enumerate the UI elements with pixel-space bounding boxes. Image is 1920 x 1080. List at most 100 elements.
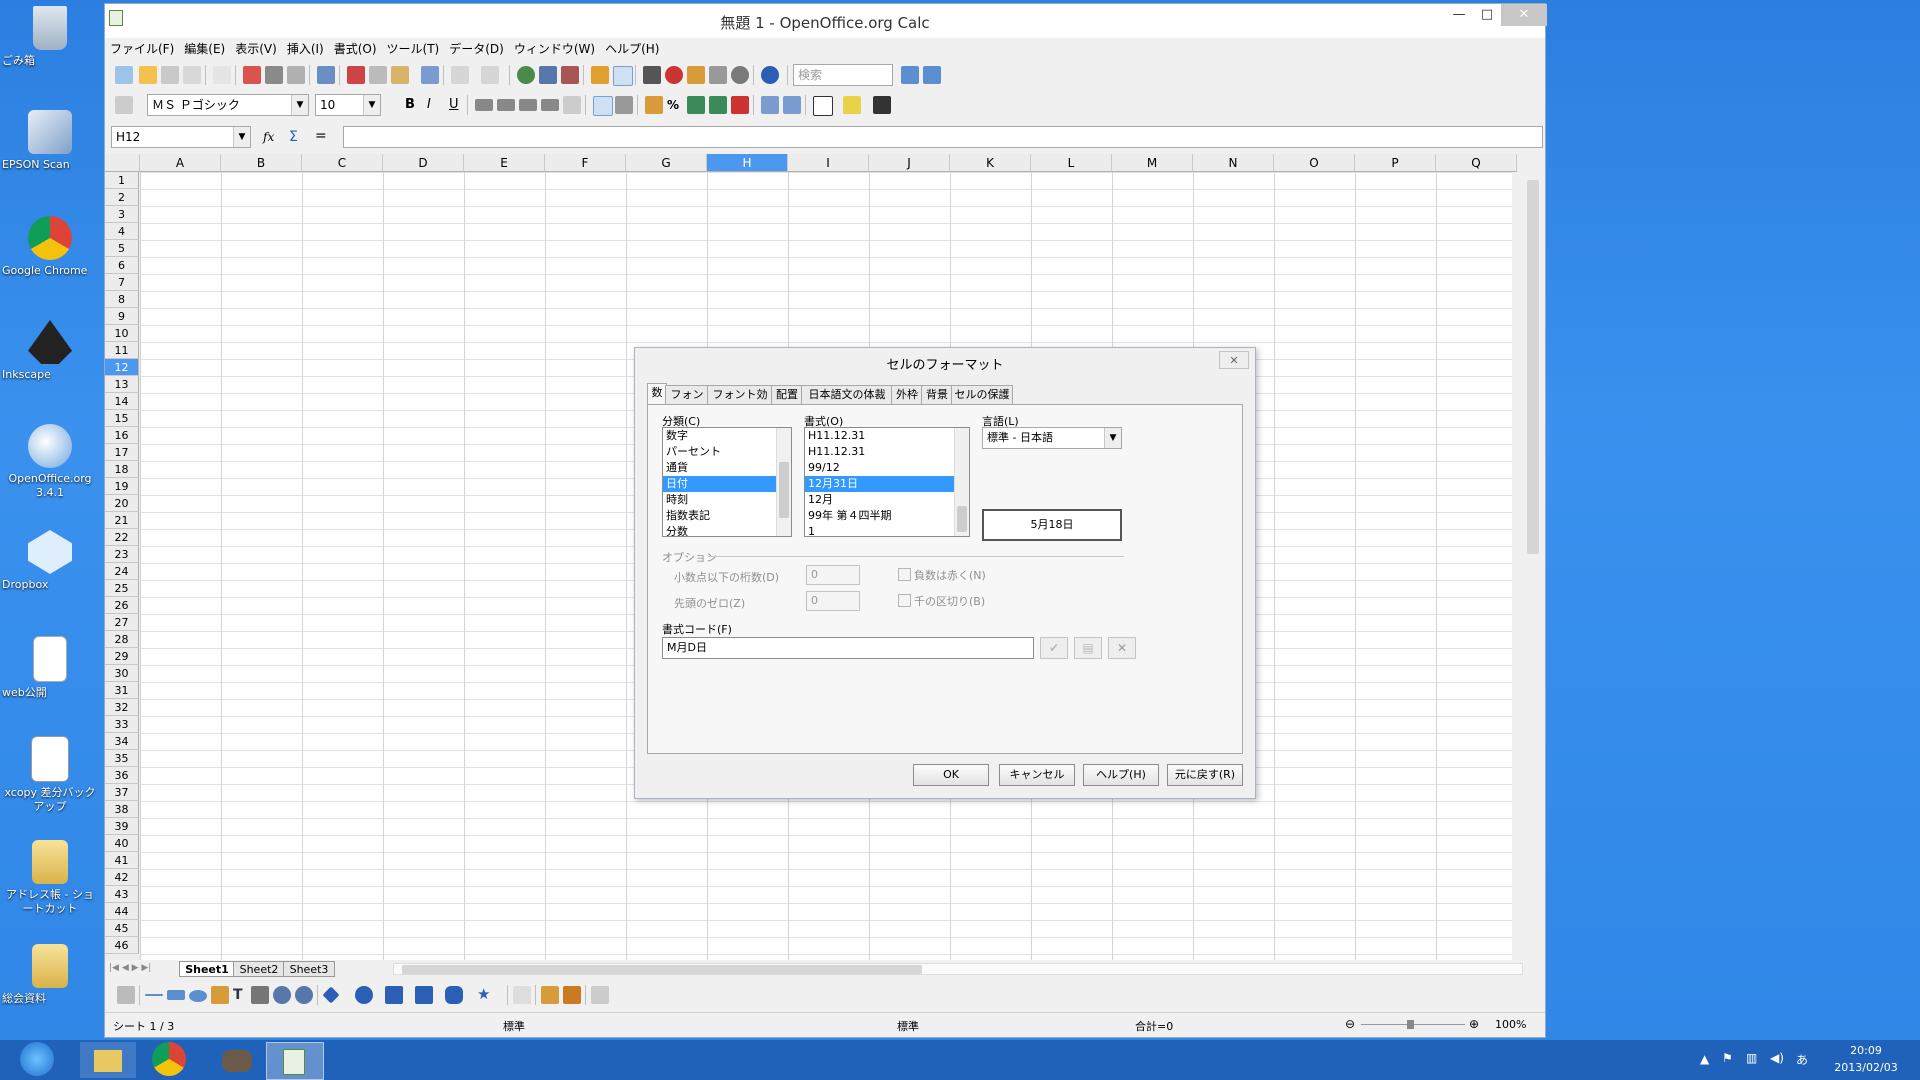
print-icon[interactable]	[265, 66, 283, 84]
format-list-item[interactable]: 12月31日	[805, 476, 969, 492]
page-style[interactable]: 標準	[503, 1018, 525, 1034]
row-header[interactable]: 24	[105, 563, 139, 580]
gallery-icon[interactable]	[687, 66, 705, 84]
callouts-icon[interactable]	[445, 986, 463, 1004]
row-header[interactable]: 40	[105, 835, 139, 852]
chevron-down-icon[interactable]: ▼	[233, 127, 250, 147]
align-center-icon[interactable]	[497, 99, 515, 111]
navigator-icon[interactable]	[665, 66, 683, 84]
column-header[interactable]: E	[464, 154, 545, 172]
row-header[interactable]: 43	[105, 886, 139, 903]
fit-text-icon[interactable]	[251, 986, 269, 1004]
tab-borders[interactable]: 外枠	[891, 385, 923, 404]
column-header[interactable]: A	[140, 154, 221, 172]
format-list-item[interactable]: 99/12	[805, 460, 969, 476]
font-size-select[interactable]: 10 ▼	[315, 94, 381, 116]
vertical-text-icon[interactable]	[615, 96, 633, 114]
format-list-item[interactable]: 12月	[805, 492, 969, 508]
vertical-scrollbar[interactable]	[1523, 154, 1543, 960]
chrome-taskbar-icon[interactable]	[152, 1042, 186, 1076]
row-header[interactable]: 23	[105, 546, 139, 563]
row-header[interactable]: 13	[105, 376, 139, 393]
row-header[interactable]: 8	[105, 291, 139, 308]
close-button[interactable]: ✕	[1501, 4, 1547, 26]
column-header[interactable]: J	[869, 154, 950, 172]
desktop-icon-inkscape[interactable]: Inkscape	[2, 320, 98, 381]
row-header[interactable]: 15	[105, 410, 139, 427]
name-box[interactable]: H12 ▼	[111, 126, 251, 148]
open-icon[interactable]	[139, 66, 157, 84]
desktop-icon-recycle-bin[interactable]: ごみ箱	[2, 6, 98, 67]
formula-input[interactable]	[343, 126, 1543, 148]
row-header[interactable]: 11	[105, 342, 139, 359]
gallery-toggle-icon[interactable]	[563, 986, 581, 1004]
new-icon[interactable]	[115, 66, 133, 84]
font-name-select[interactable]: ＭＳ Ｐゴシック ▼	[147, 94, 309, 116]
flowchart-icon[interactable]	[415, 986, 433, 1004]
row-header[interactable]: 37	[105, 784, 139, 801]
dialog-close-button[interactable]: ✕	[1219, 351, 1249, 369]
cut-icon[interactable]	[347, 66, 365, 84]
extrusion-icon[interactable]	[591, 986, 609, 1004]
category-list-item[interactable]: 数字	[663, 428, 791, 444]
decrease-indent-icon[interactable]	[761, 96, 779, 114]
help-button[interactable]: ヘルプ(H)	[1083, 764, 1159, 786]
chevron-down-icon[interactable]: ▼	[363, 95, 380, 115]
zoom-level[interactable]: 100%	[1495, 1018, 1526, 1031]
zoom-icon[interactable]	[731, 66, 749, 84]
row-header[interactable]: 41	[105, 852, 139, 869]
clock-date[interactable]: 2013/02/03	[1826, 1061, 1906, 1074]
category-list-item[interactable]: パーセント	[663, 444, 791, 460]
desktop-icon-xcopy[interactable]: xcopy 差分バックアップ	[2, 736, 98, 813]
freeform-icon[interactable]	[211, 986, 229, 1004]
styles-icon[interactable]	[115, 96, 133, 114]
column-header[interactable]: N	[1193, 154, 1274, 172]
chart-icon[interactable]	[591, 66, 609, 84]
menu-edit[interactable]: 編集(E)	[179, 38, 230, 60]
column-header[interactable]: H	[707, 154, 788, 172]
row-header[interactable]: 18	[105, 461, 139, 478]
row-header[interactable]: 42	[105, 869, 139, 886]
save-icon[interactable]	[161, 66, 179, 84]
reset-button[interactable]: 元に戻す(R)	[1167, 764, 1243, 786]
row-header[interactable]: 14	[105, 393, 139, 410]
row-header[interactable]: 34	[105, 733, 139, 750]
from-file-icon[interactable]	[541, 986, 559, 1004]
row-header[interactable]: 20	[105, 495, 139, 512]
format-list-item[interactable]: 99年 第４四半期	[805, 508, 969, 524]
sheet-tab-2[interactable]: Sheet2	[233, 961, 285, 977]
menu-insert[interactable]: 挿入(I)	[282, 38, 329, 60]
desktop-icon-dropbox[interactable]: Dropbox	[2, 530, 98, 591]
find-replace-icon[interactable]	[643, 66, 661, 84]
row-header[interactable]: 21	[105, 512, 139, 529]
negative-red-checkbox[interactable]	[898, 568, 911, 581]
find-previous-icon[interactable]	[923, 66, 941, 84]
row-header[interactable]: 25	[105, 580, 139, 597]
font-color-icon[interactable]	[873, 96, 891, 114]
bold-button[interactable]: B	[405, 97, 415, 112]
format-list[interactable]: H11.12.31 H11.12.31 99/12 12月31日 12月 99年 第４四半…	[804, 427, 970, 537]
function-wizard-icon[interactable]: fx	[263, 130, 274, 144]
row-header[interactable]: 16	[105, 427, 139, 444]
selection-mode[interactable]: 標準	[897, 1018, 919, 1034]
add-format-icon[interactable]: ✔	[1040, 637, 1068, 659]
row-header[interactable]: 28	[105, 631, 139, 648]
row-header[interactable]: 2	[105, 189, 139, 206]
column-header[interactable]: P	[1355, 154, 1436, 172]
row-header[interactable]: 31	[105, 682, 139, 699]
search-input[interactable]: 検索	[793, 64, 893, 86]
menu-view[interactable]: 表示(V)	[230, 38, 282, 60]
explorer-taskbar-icon[interactable]	[80, 1042, 136, 1078]
background-color-icon[interactable]	[843, 96, 861, 114]
tab-font-effects[interactable]: フォント効果	[707, 385, 773, 419]
ellipse-icon[interactable]	[189, 990, 207, 1002]
italic-button[interactable]: I	[427, 97, 431, 112]
row-header[interactable]: 29	[105, 648, 139, 665]
category-list-item[interactable]: 日付	[663, 476, 791, 492]
tab-asian-typography[interactable]: 日本語文の体裁	[801, 385, 893, 404]
show-hidden-icons-icon[interactable]: ▲	[1700, 1052, 1709, 1066]
menu-data[interactable]: データ(D)	[444, 38, 509, 60]
row-header[interactable]: 3	[105, 206, 139, 223]
column-header[interactable]: I	[788, 154, 869, 172]
ie-taskbar-icon[interactable]	[20, 1042, 54, 1076]
